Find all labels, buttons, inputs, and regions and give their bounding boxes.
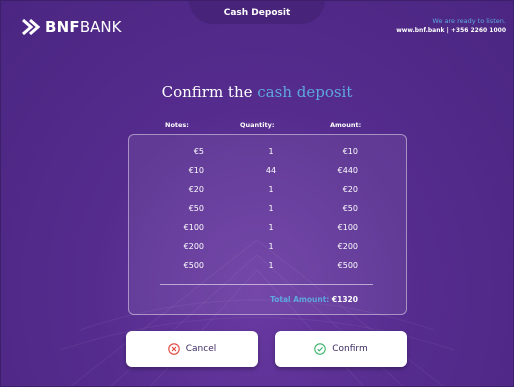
total-divider [160,284,373,285]
quantity-value: 1 [268,147,274,156]
quantity-value: 1 [268,185,274,194]
total-value: €1320 [331,295,358,304]
column-header-amount: Amount: [330,121,362,129]
quantity-value: 44 [265,166,277,175]
table-row: €20 1 €20 [128,185,407,199]
page-title: Cash Deposit [223,8,291,18]
quantity-value: 1 [268,261,274,270]
confirm-label: Confirm [332,344,368,354]
check-circle-icon [314,343,326,355]
cancel-button[interactable]: Cancel [126,331,258,367]
quantity-value: 1 [268,223,274,232]
heading-accent: cash deposit [257,83,353,101]
quantity-value: 1 [268,242,274,251]
table-row: €5 1 €10 [128,147,407,161]
amount-value: €500 [337,261,358,270]
note-value: €5 [193,147,204,156]
amount-value: €10 [342,147,358,156]
brand-name-bold: BNF [45,18,80,36]
quantity-value: 1 [268,204,274,213]
note-value: €500 [183,261,204,270]
note-value: €200 [183,242,204,251]
confirm-button[interactable]: Confirm [275,331,407,367]
note-value: €20 [188,185,204,194]
table-row: €500 1 €500 [128,261,407,275]
total-amount: Total Amount: €1320 [160,295,358,304]
column-header-quantity: Quantity: [240,121,275,129]
table-row: €10 44 €440 [128,166,407,180]
note-value: €50 [188,204,204,213]
column-header-notes: Notes: [165,121,189,129]
contact-info: www.bnf.bank | +356 2260 1000 [396,27,506,34]
amount-value: €440 [337,166,358,175]
amount-value: €200 [337,242,358,251]
confirm-heading: Confirm the cash deposit [0,83,514,101]
brand-name-light: BANK [79,18,122,36]
heading-prefix: Confirm the [161,83,253,101]
tagline: We are ready to listen. [432,17,506,25]
x-circle-icon [168,343,180,355]
bnf-bank-logo: BNF BANK [20,16,121,38]
chevron-logo-icon [22,18,41,36]
total-label: Total Amount: [270,295,330,304]
amount-value: €100 [337,223,358,232]
cancel-label: Cancel [185,344,217,354]
note-value: €100 [183,223,204,232]
amount-value: €20 [342,185,358,194]
amount-value: €50 [342,204,358,213]
table-row: €200 1 €200 [128,242,407,256]
table-row: €50 1 €50 [128,204,407,218]
table-row: €100 1 €100 [128,223,407,237]
note-value: €10 [188,166,204,175]
